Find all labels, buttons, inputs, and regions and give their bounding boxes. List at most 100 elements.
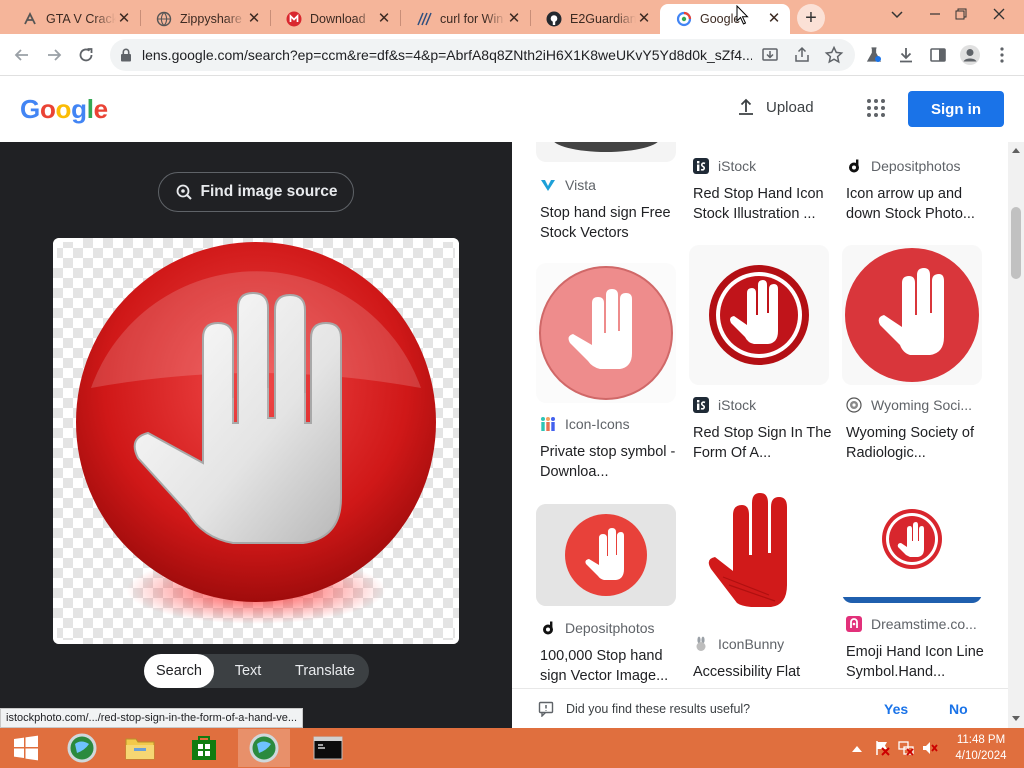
network-icon[interactable]	[898, 740, 914, 756]
result-title[interactable]: Accessibility Flat	[693, 662, 835, 682]
tray-expand-icon[interactable]	[852, 745, 862, 753]
result-image	[708, 493, 787, 607]
store-icon	[192, 736, 216, 760]
kebab-menu-icon	[1000, 47, 1004, 63]
tab-zippyshare[interactable]: Zippyshare ✕	[140, 4, 270, 34]
mode-search-tab[interactable]: Search	[144, 654, 214, 688]
restore-button[interactable]	[946, 0, 976, 28]
windows-taskbar: 11:48 PM 4/10/2024	[0, 728, 1024, 768]
mode-text-tab[interactable]: Text	[214, 654, 282, 688]
result-title[interactable]: Red Stop Sign In The Form Of A...	[693, 423, 835, 463]
tab-close-button[interactable]: ✕	[766, 11, 782, 27]
tab-curl[interactable]: curl for Win ✕	[400, 4, 530, 34]
downloads-button[interactable]	[894, 43, 918, 67]
taskbar-app-browser-active[interactable]	[238, 729, 290, 767]
crop-handle[interactable]	[53, 618, 79, 644]
tab-search-button[interactable]	[882, 0, 912, 28]
windows-logo-icon	[14, 735, 38, 761]
tab-title: curl for Win	[440, 12, 504, 26]
results-scrollbar[interactable]	[1008, 142, 1024, 728]
result-source[interactable]: Depositphotos	[846, 158, 961, 174]
action-center-flag-icon[interactable]	[874, 740, 890, 756]
tab-e2guardian[interactable]: E2Guardian ✕	[530, 4, 660, 34]
google-apps-button[interactable]	[866, 98, 886, 118]
result-source[interactable]: Vista	[540, 177, 596, 193]
visual-matches: Vista Stop hand sign Free Stock Vectors …	[512, 142, 1024, 728]
result-title[interactable]: 100,000 Stop hand sign Vector Image...	[540, 646, 682, 686]
tab-close-button[interactable]: ✕	[636, 11, 652, 27]
result-thumbnail[interactable]	[842, 485, 982, 603]
result-source[interactable]: Wyoming Soci...	[846, 397, 972, 413]
share-icon	[795, 46, 809, 62]
result-thumbnail[interactable]	[689, 245, 829, 385]
result-thumbnail[interactable]	[536, 142, 676, 162]
tab-close-button[interactable]: ✕	[506, 11, 522, 27]
profile-button[interactable]	[958, 43, 982, 67]
tab-gta[interactable]: GTA V Crack ✕	[6, 4, 140, 34]
result-title[interactable]: Private stop symbol - Downloa...	[540, 442, 682, 482]
back-button[interactable]	[10, 43, 34, 67]
google-logo[interactable]: Google	[20, 94, 108, 125]
system-clock[interactable]: 11:48 PM 4/10/2024	[944, 732, 1018, 764]
volume-muted-icon[interactable]	[922, 740, 938, 756]
result-title[interactable]: Emoji Hand Icon Line Symbol.Hand...	[846, 642, 988, 682]
source-name: Dreamstime.co...	[871, 616, 977, 632]
result-thumbnail[interactable]	[842, 245, 982, 385]
address-bar[interactable]: lens.google.com/search?ep=ccm&re=df&s=4&…	[110, 39, 855, 71]
taskbar-app-browser[interactable]	[56, 729, 108, 767]
find-image-source-button[interactable]: Find image source	[158, 172, 354, 212]
result-source[interactable]: Dreamstime.co...	[846, 616, 977, 632]
crop-handle[interactable]	[433, 618, 459, 644]
result-thumbnail[interactable]	[536, 263, 676, 403]
result-title[interactable]: Red Stop Hand Icon Stock Illustration ..…	[693, 184, 835, 224]
source-name: Depositphotos	[871, 158, 961, 174]
iconbunny-icon	[693, 636, 709, 652]
tab-close-button[interactable]: ✕	[376, 11, 392, 27]
crop-handle[interactable]	[433, 238, 459, 264]
feedback-no-button[interactable]: No	[949, 701, 968, 717]
feedback-icon	[538, 701, 554, 717]
install-app-button[interactable]	[760, 45, 780, 65]
link-status-bubble: istockphoto.com/.../red-stop-sign-in-the…	[0, 708, 304, 728]
bookmark-button[interactable]	[824, 45, 844, 65]
share-button[interactable]	[792, 45, 812, 65]
tab-mega-download[interactable]: Download ✕	[270, 4, 400, 34]
result-source[interactable]: Depositphotos	[540, 620, 655, 636]
result-source[interactable]: iStock	[693, 397, 756, 413]
tab-title: E2Guardian	[570, 12, 636, 26]
result-source[interactable]: IconBunny	[693, 636, 784, 652]
result-image	[554, 142, 658, 152]
source-name: iStock	[718, 158, 757, 174]
tab-google-lens[interactable]: Google ✕	[660, 4, 790, 34]
mode-translate-tab[interactable]: Translate	[282, 654, 368, 688]
extension-button[interactable]	[862, 43, 886, 67]
side-panel-button[interactable]	[926, 43, 950, 67]
scroll-down-arrow-icon	[1012, 716, 1020, 721]
forward-button[interactable]	[42, 43, 66, 67]
new-tab-button[interactable]: +	[797, 4, 825, 32]
result-title[interactable]: Wyoming Society of Radiologic...	[846, 423, 988, 463]
tab-close-button[interactable]: ✕	[246, 11, 262, 27]
taskbar-app-file-explorer[interactable]	[114, 729, 166, 767]
result-title[interactable]: Icon arrow up and down Stock Photo...	[846, 184, 988, 224]
taskbar-app-command-prompt[interactable]	[302, 729, 354, 767]
github-icon	[546, 11, 562, 27]
query-image[interactable]	[53, 238, 459, 644]
result-thumbnail[interactable]	[536, 504, 676, 606]
find-image-source-label: Find image source	[200, 183, 338, 200]
reload-button[interactable]	[74, 43, 98, 67]
result-thumbnail[interactable]	[689, 485, 829, 620]
start-button[interactable]	[0, 729, 52, 767]
browser-menu-button[interactable]	[990, 43, 1014, 67]
close-window-button[interactable]	[984, 0, 1014, 28]
feedback-yes-button[interactable]: Yes	[884, 701, 908, 717]
taskbar-app-store[interactable]	[178, 729, 230, 767]
result-title[interactable]: Stop hand sign Free Stock Vectors	[540, 203, 682, 243]
upload-button[interactable]: Upload	[736, 97, 814, 117]
result-source[interactable]: Icon-Icons	[540, 416, 630, 432]
tab-close-button[interactable]: ✕	[116, 11, 132, 27]
scrollbar-thumb[interactable]	[1011, 207, 1021, 279]
sign-in-button[interactable]: Sign in	[908, 91, 1004, 127]
crop-handle[interactable]	[53, 238, 79, 264]
result-source[interactable]: iStock	[693, 158, 756, 174]
